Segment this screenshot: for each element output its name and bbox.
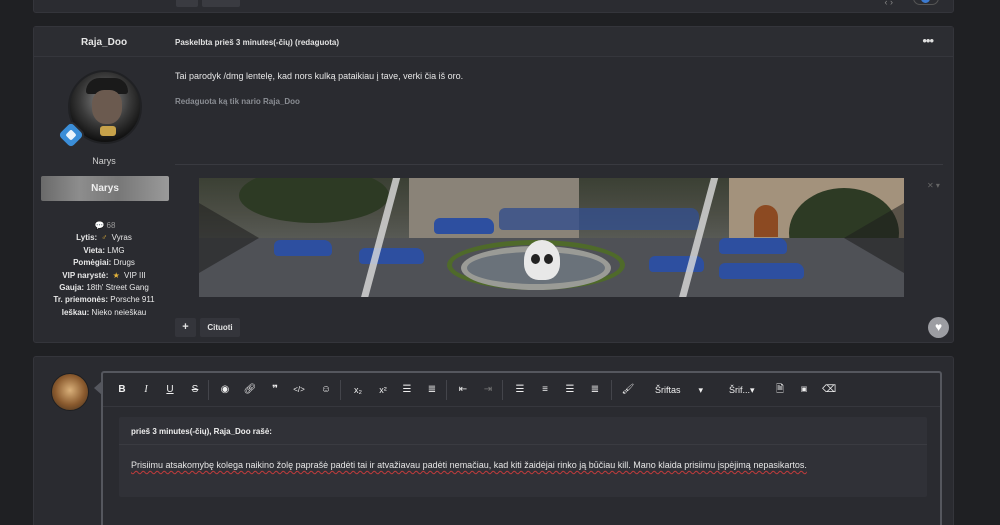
star-icon: ★ [112,270,120,280]
numbered-list-icon[interactable]: ≣ [425,382,439,398]
italic-button[interactable]: I [139,382,153,398]
role-banner: Narys [41,176,169,201]
gif-icon[interactable]: ▣ [797,382,811,398]
align-center-icon[interactable]: ≡ [538,382,552,398]
current-user-avatar [51,373,89,411]
quote-button[interactable]: Cituoti [200,318,240,337]
brush-color-icon[interactable]: 🖌︎ [621,382,635,398]
bulleted-list-icon[interactable]: ☰ [400,382,414,398]
hide-signature-icon[interactable]: ✕ ▾ [927,181,940,190]
previous-post-quote-button[interactable] [202,0,240,7]
code-icon[interactable]: </> [292,382,306,398]
font-family-dropdown[interactable]: Šriftas ▾ [655,382,703,398]
outdent-icon[interactable]: ⇤ [456,382,470,398]
subscript-icon[interactable]: x₂ [351,382,365,398]
strikethrough-button[interactable]: S [188,382,202,398]
stat-gender: Lytis: ♂ Vyras [76,233,132,243]
quote-text[interactable]: Prisiimu atsakomybę kolega naikino žolę … [131,460,807,470]
quoted-message: prieš 3 minutes(-čių), Raja_Doo rašė: Pr… [119,417,927,497]
comment-icon: 💬 [94,221,105,230]
share-icon[interactable]: ‹ › [885,0,894,7]
author-name[interactable]: Raja_Doo [34,37,174,48]
stat-search: Ieškau: Nieko neieškau [61,307,147,317]
align-left-icon[interactable]: ☰ [513,382,527,398]
font-size-dropdown[interactable]: Šrif...▾ [729,382,755,398]
post-header: Raja_Doo Paskelbta prieš 3 minutes(-čių)… [34,27,953,57]
post-timestamp: Paskelbta prieš 3 minutes(-čių) (redaguo… [175,38,340,47]
superscript-icon[interactable]: x² [376,382,390,398]
rich-text-editor[interactable]: B I U S ◉ 🔗︎ ❞ </> ☺ x₂ x² ☰ ≣ ⇤ ⇥ ☰ ≡ ☰… [94,371,942,525]
stat-hobbies: Pomėgiai: Drugs [73,258,135,268]
multiquote-plus-button[interactable]: + [175,318,196,337]
bold-button[interactable]: B [115,382,129,398]
forum-post: Raja_Doo Paskelbta prieš 3 minutes(-čių)… [33,26,954,343]
stat-vip: VIP narystė: ★ VIP III [62,270,146,280]
male-icon: ♂ [101,233,108,243]
stat-gang: Gauja: 18th' Street Gang [59,283,149,293]
stat-vehicle: Tr. priemonės: Porsche 911 [53,295,155,305]
stat-location: Vieta: LMG [83,245,125,255]
reaction-toggle[interactable] [913,0,939,5]
editor-toolbar: B I U S ◉ 🔗︎ ❞ </> ☺ x₂ x² ☰ ≣ ⇤ ⇥ ☰ ≡ ☰… [103,373,940,407]
previous-post-footer: ‹ › [33,0,954,13]
underline-button[interactable]: U [163,382,177,398]
post-count: 💬 68 [94,221,116,230]
more-horizontal-icon[interactable]: ••• [922,33,934,48]
eye-icon[interactable]: ◉ [218,382,232,398]
indent-icon[interactable]: ⇥ [481,382,495,398]
edited-note: Redaguota ką tik nario Raja_Doo [175,97,300,106]
align-justify-icon[interactable]: ≣ [588,382,602,398]
heart-icon[interactable]: ♥ [928,317,949,338]
previous-post-plus-button[interactable] [176,0,198,7]
author-role: Narys [92,156,116,166]
post-body: Tai parodyk /dmg lentelę, kad nors kulką… [175,71,464,81]
link-icon[interactable]: 🔗︎ [243,382,257,398]
quote-icon[interactable]: ❞ [268,382,282,398]
signature-image [199,178,904,297]
align-right-icon[interactable]: ☰ [563,382,577,398]
signature-divider [175,164,943,165]
chevron-down-icon: ▾ [750,385,755,395]
emoji-icon[interactable]: ☺ [319,382,333,398]
quote-citation: prieš 3 minutes(-čių), Raja_Doo rašė: [119,417,927,445]
document-icon[interactable]: 🗎︎ [773,382,787,398]
eraser-icon[interactable]: ⌫ [822,382,836,398]
author-stats: 💬 68 Lytis: ♂ Vyras Vieta: LMG Pomėgiai: … [34,220,174,319]
reply-box: B I U S ◉ 🔗︎ ❞ </> ☺ x₂ x² ☰ ≣ ⇤ ⇥ ☰ ≡ ☰… [33,356,954,525]
skull-logo-icon [524,240,560,280]
chevron-down-icon: ▾ [698,385,704,395]
